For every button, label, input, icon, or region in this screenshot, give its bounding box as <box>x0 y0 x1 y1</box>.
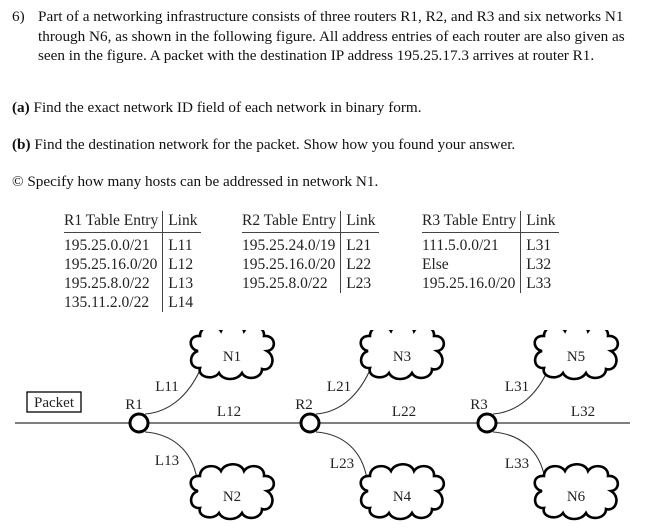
router-r1-label: R1 <box>125 397 143 413</box>
network-n2-label: N2 <box>223 489 241 505</box>
link-l22-label: L22 <box>392 404 416 420</box>
part-a-label: (a) <box>12 99 30 116</box>
table-cell-link: L22 <box>340 255 380 274</box>
table-header-link: Link <box>162 211 202 233</box>
router-r3-icon <box>476 412 498 434</box>
router-r1-icon <box>128 412 150 434</box>
part-b-text: Find the destination network for the pac… <box>30 136 516 153</box>
part-c-text: Specify how many hosts can be addressed … <box>23 173 379 190</box>
table-cell-link: L33 <box>520 274 560 293</box>
link-l13-label: L13 <box>155 453 179 469</box>
table-header-link: Link <box>340 211 380 233</box>
table-cell-link: L12 <box>162 255 202 274</box>
table-cell-link: L23 <box>340 274 380 293</box>
r3-routing-table: R3 Table Entry Link 111.5.0.0/21 L31 Els… <box>422 211 560 293</box>
table-cell-link: L11 <box>162 232 202 255</box>
question-text: Part of a networking infrastructure cons… <box>38 8 625 64</box>
link-l23-label: L23 <box>330 456 354 472</box>
table-cell-entry: 195.25.16.0/20 <box>64 256 158 273</box>
table-cell-entry: 195.25.0.0/21 <box>64 237 150 254</box>
table-cell-entry: 195.25.8.0/22 <box>64 275 150 292</box>
link-l33-label: L33 <box>505 456 529 472</box>
table-cell-link: L13 <box>162 274 202 293</box>
table-header-entry: R2 Table Entry <box>242 211 341 233</box>
table-cell-link: L14 <box>162 293 202 312</box>
link-l32-label: L32 <box>571 404 595 420</box>
network-n1-label: N1 <box>223 349 241 365</box>
table-row: Else L32 <box>422 255 560 274</box>
table-row: 195.25.8.0/22 L13 <box>64 274 202 293</box>
part-b: (b) Find the destination network for the… <box>12 136 515 154</box>
packet-label: Packet <box>34 395 75 411</box>
part-a: (a) Find the exact network ID field of e… <box>12 99 422 117</box>
network-n6-label: N6 <box>567 489 586 505</box>
table-cell-entry: 111.5.0.0/21 <box>422 237 499 254</box>
table-row: 135.11.2.0/22 L14 <box>64 293 202 312</box>
part-a-text: Find the exact network ID field of each … <box>29 99 422 116</box>
table-header-entry: R3 Table Entry <box>422 211 521 233</box>
network-n3-label: N3 <box>393 349 411 365</box>
router-r2-label: R2 <box>295 397 313 413</box>
r1-routing-table: R1 Table Entry Link 195.25.0.0/21 L11 19… <box>64 211 202 312</box>
table-row: 195.25.16.0/20 L12 <box>64 255 202 274</box>
link-l11-label: L11 <box>155 379 179 395</box>
table-row: 111.5.0.0/21 L31 <box>422 232 560 255</box>
part-c-label: © <box>12 173 24 190</box>
network-n5-label: N5 <box>567 349 585 365</box>
link-l21-label: L21 <box>327 379 351 395</box>
table-cell-entry: 195.25.16.0/20 <box>242 256 336 273</box>
router-r2-icon <box>299 412 321 434</box>
link-l31-label: L31 <box>505 379 529 395</box>
router-r3-label: R3 <box>470 397 488 413</box>
r2-routing-table: R2 Table Entry Link 195.25.24.0/19 L21 1… <box>242 211 380 293</box>
table-cell-entry: 135.11.2.0/22 <box>64 294 150 311</box>
table-cell-link: L31 <box>520 232 560 255</box>
table-cell-entry: 195.25.24.0/19 <box>242 237 336 254</box>
network-n4-label: N4 <box>393 489 412 505</box>
link-l12-label: L12 <box>217 404 241 420</box>
question-number: 6) <box>12 8 25 25</box>
table-cell-entry: Else <box>422 256 449 273</box>
network-diagram: N1 N2 N3 N4 N5 N6 Packet R1 R2 R3 L11 L1… <box>15 330 630 521</box>
table-row: 195.25.24.0/19 L21 <box>242 232 380 255</box>
table-row: 195.25.0.0/21 L11 <box>64 232 202 255</box>
table-row: 195.25.8.0/22 L23 <box>242 274 380 293</box>
table-row: 195.25.16.0/20 L22 <box>242 255 380 274</box>
table-cell-entry: 195.25.16.0/20 <box>422 275 516 292</box>
table-header-entry: R1 Table Entry <box>64 211 163 233</box>
part-c: © Specify how many hosts can be addresse… <box>12 173 378 191</box>
table-cell-link: L32 <box>520 255 560 274</box>
part-b-label: (b) <box>12 136 31 153</box>
table-cell-link: L21 <box>340 232 380 255</box>
table-header-link: Link <box>520 211 560 233</box>
table-cell-entry: 195.25.8.0/22 <box>242 275 328 292</box>
table-row: 195.25.16.0/20 L33 <box>422 274 560 293</box>
